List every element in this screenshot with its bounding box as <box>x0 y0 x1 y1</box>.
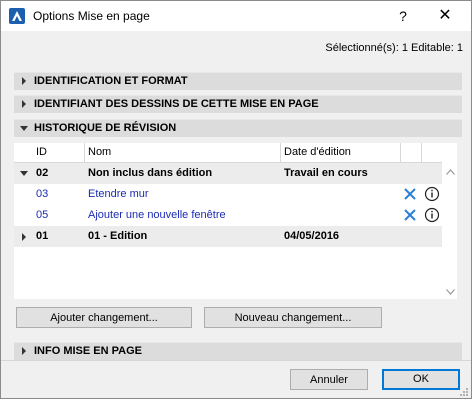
column-divider <box>421 143 422 162</box>
row-id: 05 <box>36 209 49 221</box>
window-title: Options Mise en page <box>33 9 150 23</box>
section-label: HISTORIQUE DE RÉVISION <box>34 122 177 134</box>
close-button[interactable]: ✕ <box>425 1 465 31</box>
table-row-group-02[interactable]: 02 Non inclus dans édition Travail en co… <box>14 163 442 184</box>
dialog-window: Options Mise en page ? ✕ Sélectionné(s):… <box>0 0 472 399</box>
section-identifiant-dessins[interactable]: IDENTIFIANT DES DESSINS DE CETTE MISE EN… <box>14 95 462 113</box>
table-row-change-03[interactable]: 03 Etendre mur <box>14 184 442 205</box>
column-divider[interactable] <box>280 143 281 162</box>
column-header-name[interactable]: Nom <box>88 146 111 158</box>
section-label: IDENTIFICATION ET FORMAT <box>34 75 188 87</box>
info-icon[interactable] <box>424 207 440 223</box>
table-row-group-01[interactable]: 01 01 - Edition 04/05/2016 <box>14 226 442 247</box>
table-row-change-05[interactable]: 05 Ajouter une nouvelle fenêtre <box>14 205 442 226</box>
row-name: 01 - Edition <box>88 230 148 242</box>
row-id: 01 <box>36 230 49 242</box>
help-button[interactable]: ? <box>383 1 423 31</box>
section-label: IDENTIFIANT DES DESSINS DE CETTE MISE EN… <box>34 98 319 110</box>
add-change-button[interactable]: Ajouter changement... <box>16 307 192 328</box>
row-id: 03 <box>36 188 49 200</box>
column-divider[interactable] <box>84 143 85 162</box>
column-header-date[interactable]: Date d'édition <box>284 146 351 158</box>
column-divider <box>400 143 401 162</box>
collapse-down-icon <box>20 126 28 131</box>
section-historique-revision[interactable]: HISTORIQUE DE RÉVISION <box>14 119 462 137</box>
ok-button[interactable]: OK <box>382 369 460 390</box>
table-scrollbar[interactable] <box>443 163 457 299</box>
expand-right-icon <box>22 347 26 355</box>
expand-right-icon <box>22 77 26 85</box>
row-name: Etendre mur <box>88 188 149 200</box>
row-id: 02 <box>36 167 49 179</box>
section-label: INFO MISE EN PAGE <box>34 345 142 357</box>
scroll-down-icon[interactable] <box>446 289 455 295</box>
revision-table: ID Nom Date d'édition 02 Non inclus dans… <box>14 143 457 299</box>
collapse-down-icon[interactable] <box>20 170 28 178</box>
selection-status: Sélectionné(s): 1 Editable: 1 <box>325 42 463 54</box>
row-date: 04/05/2016 <box>284 230 340 242</box>
scroll-up-icon[interactable] <box>446 169 455 175</box>
cancel-button[interactable]: Annuler <box>290 369 368 390</box>
delete-x-icon[interactable] <box>403 187 417 201</box>
row-date: Travail en cours <box>284 167 368 179</box>
expand-right-icon <box>22 100 26 108</box>
table-header: ID Nom Date d'édition <box>14 143 442 163</box>
resize-grip-icon[interactable] <box>459 387 469 397</box>
info-icon[interactable] <box>424 186 440 202</box>
new-change-button[interactable]: Nouveau changement... <box>204 307 382 328</box>
dialog-footer: Annuler OK <box>1 360 471 398</box>
column-header-id[interactable]: ID <box>36 146 47 158</box>
row-name: Ajouter une nouvelle fenêtre <box>88 209 226 221</box>
section-info-mise-en-page[interactable]: INFO MISE EN PAGE <box>14 342 462 360</box>
delete-x-icon[interactable] <box>403 208 417 222</box>
expand-right-icon[interactable] <box>20 233 28 241</box>
archicad-app-icon <box>9 8 25 24</box>
title-bar: Options Mise en page ? ✕ <box>1 1 471 31</box>
row-name: Non inclus dans édition <box>88 167 213 179</box>
section-identification-format[interactable]: IDENTIFICATION ET FORMAT <box>14 72 462 90</box>
